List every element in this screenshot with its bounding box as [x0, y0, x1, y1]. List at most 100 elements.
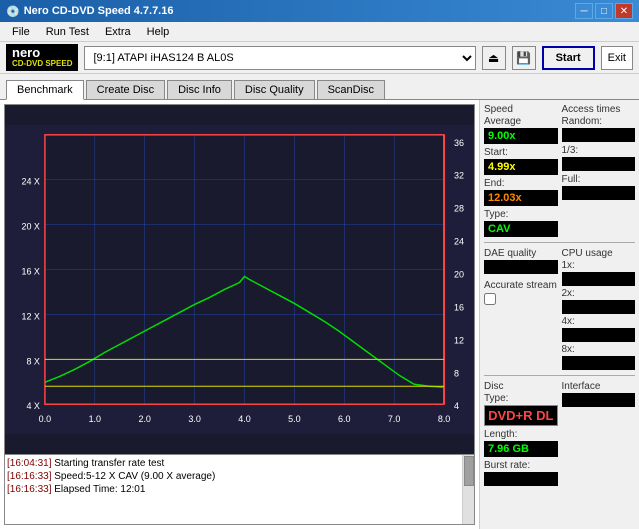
minimize-button[interactable]: ─: [575, 3, 593, 19]
end-value: 12.03x: [484, 190, 558, 206]
log-timestamp-2: [16:16:33]: [7, 484, 51, 495]
dae-cpu-row: DAE quality Accurate stream CPU usage 1x…: [484, 248, 635, 370]
cpu-1x-label: 1x:: [562, 260, 636, 271]
dae-value: [484, 260, 558, 274]
speed-access-row: Speed Average 9.00x Start: 4.99x End: 12…: [484, 104, 635, 237]
full-value: [562, 186, 636, 200]
full-label: Full:: [562, 174, 636, 185]
tab-bar: Benchmark Create Disc Disc Info Disc Qua…: [0, 74, 639, 100]
exit-button[interactable]: Exit: [601, 46, 633, 70]
eject-button[interactable]: ⏏: [482, 46, 506, 70]
svg-text:3.0: 3.0: [188, 414, 200, 424]
svg-text:12: 12: [454, 335, 464, 345]
right-panel: Speed Average 9.00x Start: 4.99x End: 12…: [479, 100, 639, 529]
title-bar: 💿 Nero CD-DVD Speed 4.7.7.16 ─ □ ✕: [0, 0, 639, 22]
start-button[interactable]: Start: [542, 46, 595, 70]
chart-area: 4 X 8 X 12 X 16 X 20 X 24 X 4 8 12 16 20…: [4, 104, 475, 455]
accurate-stream-label: Accurate stream: [484, 280, 558, 291]
burst-rate-label: Burst rate:: [484, 460, 558, 471]
speed-stats: Speed Average 9.00x Start: 4.99x End: 12…: [484, 104, 558, 237]
tab-create-disc[interactable]: Create Disc: [86, 80, 165, 99]
svg-text:8: 8: [454, 368, 459, 378]
svg-text:12 X: 12 X: [21, 311, 39, 321]
svg-text:6.0: 6.0: [338, 414, 350, 424]
cpu-8x-label: 8x:: [562, 344, 636, 355]
svg-text:7.0: 7.0: [388, 414, 400, 424]
burst-rate-value: [484, 472, 558, 486]
disc-type-header: Disc: [484, 381, 558, 392]
dae-label: DAE quality: [484, 248, 558, 259]
menu-extra[interactable]: Extra: [97, 24, 139, 40]
type-value: CAV: [484, 221, 558, 237]
menu-bar: File Run Test Extra Help: [0, 22, 639, 42]
disc-type-value: DVD+R DL: [484, 405, 558, 426]
svg-text:5.0: 5.0: [288, 414, 300, 424]
tab-scan-disc[interactable]: ScanDisc: [317, 80, 385, 99]
onethird-label: 1/3:: [562, 145, 636, 156]
menu-run-test[interactable]: Run Test: [38, 24, 97, 40]
app-icon: 💿: [6, 5, 20, 18]
cpu-4x-value: [562, 328, 636, 342]
access-times-label: Access times: [562, 104, 636, 115]
start-label: Start:: [484, 147, 558, 158]
menu-file[interactable]: File: [4, 24, 38, 40]
cpu-4x-label: 4x:: [562, 316, 636, 327]
svg-text:20: 20: [454, 270, 464, 280]
log-message-0: Starting transfer rate test: [54, 458, 164, 469]
svg-text:0.0: 0.0: [39, 414, 51, 424]
app-title: Nero CD-DVD Speed 4.7.7.16: [24, 5, 174, 17]
disc-stats: Disc Type: DVD+R DL Length: 7.96 GB Burs…: [484, 381, 558, 486]
tab-benchmark[interactable]: Benchmark: [6, 80, 84, 100]
close-button[interactable]: ✕: [615, 3, 633, 19]
svg-text:2.0: 2.0: [138, 414, 150, 424]
tab-disc-quality[interactable]: Disc Quality: [234, 80, 315, 99]
log-entry-2: [16:16:33] Elapsed Time: 12:01: [7, 483, 472, 496]
accurate-stream-checkbox[interactable]: [484, 293, 496, 305]
chart-svg: 4 X 8 X 12 X 16 X 20 X 24 X 4 8 12 16 20…: [5, 105, 474, 454]
random-label: Random:: [562, 116, 636, 127]
svg-text:28: 28: [454, 204, 464, 214]
scrollbar-thumb[interactable]: [464, 456, 474, 486]
svg-text:20 X: 20 X: [21, 222, 39, 232]
tab-disc-info[interactable]: Disc Info: [167, 80, 232, 99]
start-value: 4.99x: [484, 159, 558, 175]
disc-length-label: Length:: [484, 429, 558, 440]
svg-text:4 X: 4 X: [26, 401, 39, 411]
svg-text:8 X: 8 X: [26, 356, 39, 366]
menu-help[interactable]: Help: [139, 24, 178, 40]
type-label: Type:: [484, 209, 558, 220]
random-value: [562, 128, 636, 142]
maximize-button[interactable]: □: [595, 3, 613, 19]
access-times-stats: Access times Random: 1/3: Full:: [562, 104, 636, 237]
cpu-1x-value: [562, 272, 636, 286]
accurate-stream-row: [484, 293, 558, 305]
nero-logo: nero CD-DVD SPEED: [6, 44, 78, 71]
svg-text:1.0: 1.0: [89, 414, 101, 424]
log-message-2: Elapsed Time: 12:01: [54, 484, 145, 495]
cpu-2x-label: 2x:: [562, 288, 636, 299]
cpu-2x-value: [562, 300, 636, 314]
onethird-value: [562, 157, 636, 171]
interface-label: Interface: [562, 381, 636, 392]
chart-container: 4 X 8 X 12 X 16 X 20 X 24 X 4 8 12 16 20…: [0, 100, 479, 529]
svg-text:4: 4: [454, 401, 459, 411]
svg-text:4.0: 4.0: [238, 414, 250, 424]
log-timestamp-1: [16:16:33]: [7, 471, 51, 482]
drive-selector[interactable]: [9:1] ATAPI iHAS124 B AL0S: [84, 46, 475, 70]
log-timestamp-0: [16:04:31]: [7, 458, 51, 469]
log-entry-1: [16:16:33] Speed:5-12 X CAV (9.00 X aver…: [7, 470, 472, 483]
save-button[interactable]: 💾: [512, 46, 536, 70]
window-controls: ─ □ ✕: [575, 3, 633, 19]
svg-text:8.0: 8.0: [438, 414, 450, 424]
log-scrollbar[interactable]: [462, 455, 474, 524]
cpu-label: CPU usage: [562, 248, 636, 259]
cpu-stats: CPU usage 1x: 2x: 4x: 8x:: [562, 248, 636, 370]
svg-text:24 X: 24 X: [21, 177, 39, 187]
svg-text:32: 32: [454, 171, 464, 181]
disc-interface-row: Disc Type: DVD+R DL Length: 7.96 GB Burs…: [484, 381, 635, 486]
dae-stats: DAE quality Accurate stream: [484, 248, 558, 370]
disc-type-sub-label: Type:: [484, 393, 558, 404]
svg-text:24: 24: [454, 237, 464, 247]
svg-text:16: 16: [454, 302, 464, 312]
end-label: End:: [484, 178, 558, 189]
